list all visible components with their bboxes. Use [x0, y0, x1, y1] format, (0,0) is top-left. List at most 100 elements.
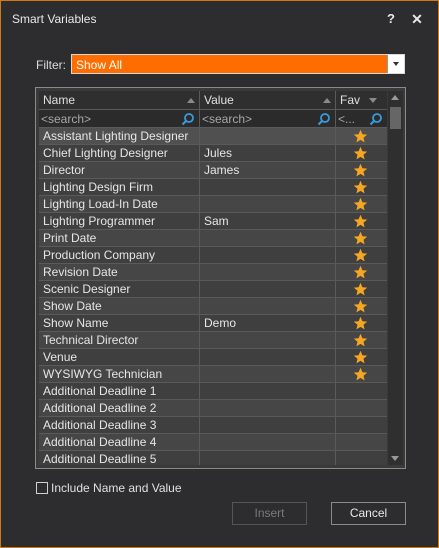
variable-value-cell[interactable]: [200, 417, 336, 434]
variable-name-cell[interactable]: Show Name: [39, 315, 200, 332]
variable-value-cell[interactable]: [200, 196, 336, 213]
column-header-value[interactable]: Value: [200, 91, 336, 110]
star-icon[interactable]: [353, 367, 368, 382]
star-icon[interactable]: [353, 231, 368, 246]
variable-name-cell[interactable]: WYSIWYG Technician: [39, 366, 200, 383]
favorite-cell[interactable]: [336, 451, 387, 465]
star-icon[interactable]: [353, 129, 368, 144]
magnifier-icon[interactable]: [369, 112, 383, 126]
favorite-cell[interactable]: [336, 434, 387, 451]
star-icon[interactable]: [353, 265, 368, 280]
variable-value-cell[interactable]: [200, 298, 336, 315]
variable-value-cell[interactable]: [200, 264, 336, 281]
favorite-cell[interactable]: [336, 315, 387, 332]
favorite-cell[interactable]: [336, 196, 387, 213]
table-row[interactable]: Lighting Design Firm: [39, 179, 387, 196]
favorite-cell[interactable]: [336, 264, 387, 281]
table-row[interactable]: Show Date: [39, 298, 387, 315]
table-row[interactable]: Revision Date: [39, 264, 387, 281]
column-header-fav[interactable]: Fav: [336, 91, 387, 110]
table-row[interactable]: Production Company: [39, 247, 387, 264]
table-row[interactable]: Show Name Demo: [39, 315, 387, 332]
table-row[interactable]: WYSIWYG Technician: [39, 366, 387, 383]
variable-name-cell[interactable]: Additional Deadline 1: [39, 383, 200, 400]
table-row[interactable]: Lighting Load-In Date: [39, 196, 387, 213]
variable-value-cell[interactable]: Demo: [200, 315, 336, 332]
include-name-value-checkbox[interactable]: [36, 482, 48, 494]
favorite-cell[interactable]: [336, 162, 387, 179]
star-icon[interactable]: [353, 350, 368, 365]
favorite-cell[interactable]: [336, 332, 387, 349]
variable-name-cell[interactable]: Additional Deadline 4: [39, 434, 200, 451]
variable-name-cell[interactable]: Print Date: [39, 230, 200, 247]
variable-name-cell[interactable]: Additional Deadline 3: [39, 417, 200, 434]
variable-value-cell[interactable]: [200, 332, 336, 349]
favorite-cell[interactable]: [336, 349, 387, 366]
star-icon[interactable]: [353, 333, 368, 348]
favorite-cell[interactable]: [336, 247, 387, 264]
variable-name-cell[interactable]: Lighting Programmer: [39, 213, 200, 230]
favorite-cell[interactable]: [336, 213, 387, 230]
cancel-button[interactable]: Cancel: [331, 502, 406, 525]
star-icon[interactable]: [353, 248, 368, 263]
variable-name-cell[interactable]: Additional Deadline 5: [39, 451, 200, 465]
star-icon[interactable]: [353, 180, 368, 195]
favorite-cell[interactable]: [336, 281, 387, 298]
star-icon[interactable]: [353, 299, 368, 314]
table-row[interactable]: Director James: [39, 162, 387, 179]
dropdown-arrow-icon[interactable]: [387, 55, 404, 73]
variable-name-cell[interactable]: Production Company: [39, 247, 200, 264]
magnifier-icon[interactable]: [317, 112, 331, 126]
favorite-cell[interactable]: [336, 400, 387, 417]
table-row[interactable]: Additional Deadline 3: [39, 417, 387, 434]
table-row[interactable]: Additional Deadline 4: [39, 434, 387, 451]
star-icon[interactable]: [353, 146, 368, 161]
variable-value-cell[interactable]: [200, 366, 336, 383]
variable-name-cell[interactable]: Scenic Designer: [39, 281, 200, 298]
table-row[interactable]: Chief Lighting Designer Jules: [39, 145, 387, 162]
table-row[interactable]: Scenic Designer: [39, 281, 387, 298]
insert-button[interactable]: Insert: [232, 502, 307, 525]
favorite-cell[interactable]: [336, 366, 387, 383]
vertical-scrollbar[interactable]: [388, 91, 403, 465]
variable-value-cell[interactable]: [200, 451, 336, 465]
fav-search-input[interactable]: [338, 111, 366, 126]
variable-name-cell[interactable]: Lighting Load-In Date: [39, 196, 200, 213]
star-icon[interactable]: [353, 316, 368, 331]
variable-value-cell[interactable]: [200, 434, 336, 451]
variable-value-cell[interactable]: [200, 179, 336, 196]
table-row[interactable]: Additional Deadline 1: [39, 383, 387, 400]
help-button[interactable]: ?: [382, 10, 400, 28]
table-row[interactable]: Print Date: [39, 230, 387, 247]
favorite-cell[interactable]: [336, 417, 387, 434]
star-icon[interactable]: [353, 214, 368, 229]
favorite-cell[interactable]: [336, 230, 387, 247]
variable-name-cell[interactable]: Additional Deadline 2: [39, 400, 200, 417]
scrollbar-thumb[interactable]: [390, 107, 401, 129]
variable-name-cell[interactable]: Director: [39, 162, 200, 179]
variable-value-cell[interactable]: [200, 383, 336, 400]
variable-name-cell[interactable]: Venue: [39, 349, 200, 366]
favorite-cell[interactable]: [336, 179, 387, 196]
variable-value-cell[interactable]: [200, 230, 336, 247]
star-icon[interactable]: [353, 197, 368, 212]
name-search-input[interactable]: [41, 111, 176, 126]
favorite-cell[interactable]: [336, 383, 387, 400]
variable-value-cell[interactable]: [200, 247, 336, 264]
favorite-cell[interactable]: [336, 128, 387, 145]
variable-name-cell[interactable]: Assistant Lighting Designer: [39, 128, 200, 145]
variable-value-cell[interactable]: James: [200, 162, 336, 179]
star-icon[interactable]: [353, 163, 368, 178]
scroll-down-arrow-icon[interactable]: [388, 451, 403, 465]
table-row[interactable]: Lighting Programmer Sam: [39, 213, 387, 230]
value-search-input[interactable]: [202, 111, 312, 126]
variable-name-cell[interactable]: Revision Date: [39, 264, 200, 281]
variable-value-cell[interactable]: Jules: [200, 145, 336, 162]
favorite-cell[interactable]: [336, 145, 387, 162]
variable-value-cell[interactable]: Sam: [200, 213, 336, 230]
star-icon[interactable]: [353, 282, 368, 297]
variable-name-cell[interactable]: Chief Lighting Designer: [39, 145, 200, 162]
close-button[interactable]: ✕: [408, 10, 426, 28]
scroll-up-arrow-icon[interactable]: [388, 91, 403, 105]
filter-dropdown[interactable]: Show All: [71, 54, 405, 74]
